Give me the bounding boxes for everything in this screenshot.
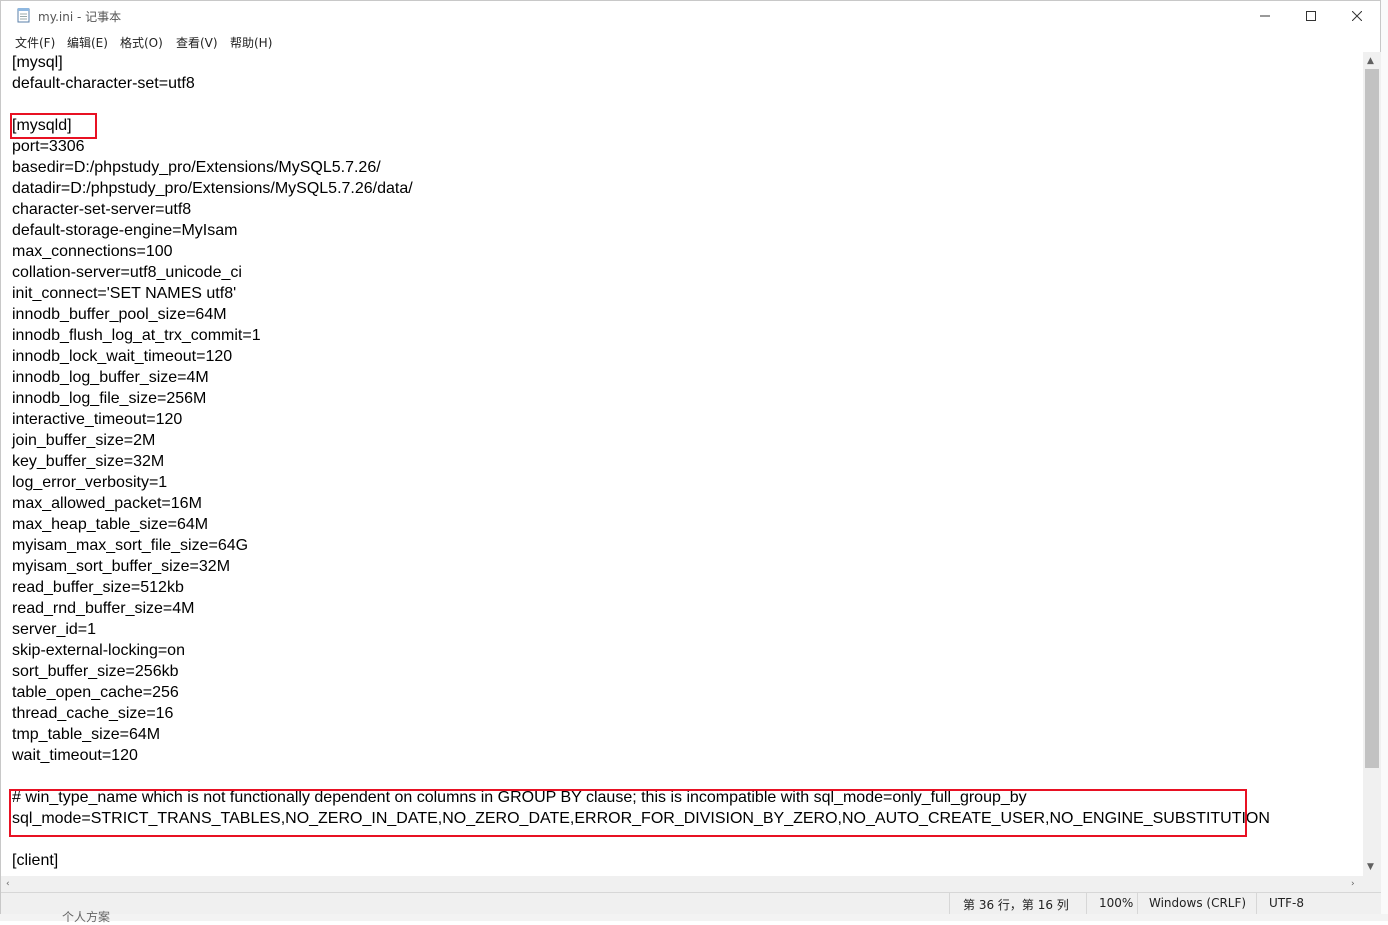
background-partial-text: 个人方案 <box>62 910 111 924</box>
editor-line: interactive_timeout=120 <box>12 411 183 428</box>
scroll-left-arrow-icon[interactable]: ‹ <box>6 879 10 889</box>
notepad-app-icon <box>17 8 30 23</box>
editor-line: key_buffer_size=32M <box>12 453 165 470</box>
editor-line: wait_timeout=120 <box>12 747 138 764</box>
close-icon <box>1352 11 1362 21</box>
editor-line: default-storage-engine=MyIsam <box>12 222 238 239</box>
editor-line: innodb_log_file_size=256M <box>12 390 207 407</box>
editor-line: server_id=1 <box>12 621 97 638</box>
editor-line: innodb_buffer_pool_size=64M <box>12 306 227 323</box>
menu-bar: 文件(F) 编辑(E) 格式(O) 查看(V) 帮助(H) <box>1 31 1380 51</box>
background-window-edge <box>1381 0 1388 921</box>
editor-line: port=3306 <box>12 138 85 155</box>
scroll-right-arrow-icon[interactable]: › <box>1351 879 1355 889</box>
editor-line: [client] <box>12 852 59 869</box>
editor-line: datadir=D:/phpstudy_pro/Extensions/MySQL… <box>12 180 413 197</box>
menu-file[interactable]: 文件(F) <box>15 34 55 51</box>
notepad-window: my.ini - 记事本 文件(F) 编辑(E) 格式(O) 查看(V) 帮助(… <box>0 0 1381 914</box>
editor-line: myisam_max_sort_file_size=64G <box>12 537 249 554</box>
title-bar[interactable]: my.ini - 记事本 <box>1 1 1380 31</box>
editor-line: myisam_sort_buffer_size=32M <box>12 558 231 575</box>
status-encoding-text: UTF-8 <box>1269 896 1304 910</box>
editor-line: max_heap_table_size=64M <box>12 516 209 533</box>
status-line-ending: Windows (CRLF) <box>1137 893 1256 914</box>
editor-line: read_buffer_size=512kb <box>12 579 184 596</box>
editor-line: basedir=D:/phpstudy_pro/Extensions/MySQL… <box>12 159 381 176</box>
background-window-strip <box>0 914 1388 921</box>
editor-line: init_connect='SET NAMES utf8' <box>12 285 237 302</box>
menu-help[interactable]: 帮助(H) <box>230 34 272 51</box>
menu-view[interactable]: 查看(V) <box>176 34 218 51</box>
status-line-ending-text: Windows (CRLF) <box>1149 896 1247 910</box>
status-bar: 第 36 行，第 16 列 100% Windows (CRLF) UTF-8 <box>1 892 1381 914</box>
vertical-scroll-thumb[interactable] <box>1365 69 1379 768</box>
close-button[interactable] <box>1334 1 1380 31</box>
maximize-button[interactable] <box>1288 1 1334 31</box>
editor-line: skip-external-locking=on <box>12 642 185 659</box>
editor-line: table_open_cache=256 <box>12 684 179 701</box>
editor-line: sort_buffer_size=256kb <box>12 663 179 680</box>
editor-line: innodb_log_buffer_size=4M <box>12 369 209 386</box>
editor-line: thread_cache_size=16 <box>12 705 174 722</box>
vertical-scrollbar[interactable]: ▲ ▼ <box>1363 52 1381 876</box>
editor-line: innodb_lock_wait_timeout=120 <box>12 348 233 365</box>
status-zoom: 100% <box>1086 893 1137 914</box>
highlight-box-mysqld <box>10 113 97 139</box>
scroll-up-arrow-icon[interactable]: ▲ <box>1367 56 1374 66</box>
minimize-icon <box>1260 15 1270 17</box>
scrollbar-corner <box>1363 876 1381 892</box>
menu-format[interactable]: 格式(O) <box>120 34 163 51</box>
editor-line: collation-server=utf8_unicode_ci <box>12 264 242 281</box>
scroll-down-arrow-icon[interactable]: ▼ <box>1367 862 1374 872</box>
window-title: my.ini - 记事本 <box>38 10 122 24</box>
text-editor[interactable]: [mysql] default-character-set=utf8 [mysq… <box>1 52 1363 876</box>
status-position-text: 第 36 行，第 16 列 <box>963 898 1069 912</box>
editor-line: default-character-set=utf8 <box>12 75 195 92</box>
editor-line: tmp_table_size=64M <box>12 726 161 743</box>
maximize-icon <box>1306 11 1316 21</box>
highlight-box-sql-mode <box>9 789 1247 837</box>
editor-line: innodb_flush_log_at_trx_commit=1 <box>12 327 261 344</box>
editor-line: join_buffer_size=2M <box>12 432 156 449</box>
editor-line: max_allowed_packet=16M <box>12 495 202 512</box>
menu-edit[interactable]: 编辑(E) <box>67 34 108 51</box>
minimize-button[interactable] <box>1242 1 1288 31</box>
editor-line: [mysql] <box>12 54 63 71</box>
horizontal-scrollbar[interactable]: ‹ › <box>1 876 1363 892</box>
editor-line: max_connections=100 <box>12 243 173 260</box>
editor-line: log_error_verbosity=1 <box>12 474 168 491</box>
status-zoom-text: 100% <box>1099 896 1134 910</box>
status-position: 第 36 行，第 16 列 <box>949 893 1086 914</box>
editor-line: character-set-server=utf8 <box>12 201 192 218</box>
editor-line: read_rnd_buffer_size=4M <box>12 600 195 617</box>
status-encoding: UTF-8 <box>1256 893 1377 914</box>
